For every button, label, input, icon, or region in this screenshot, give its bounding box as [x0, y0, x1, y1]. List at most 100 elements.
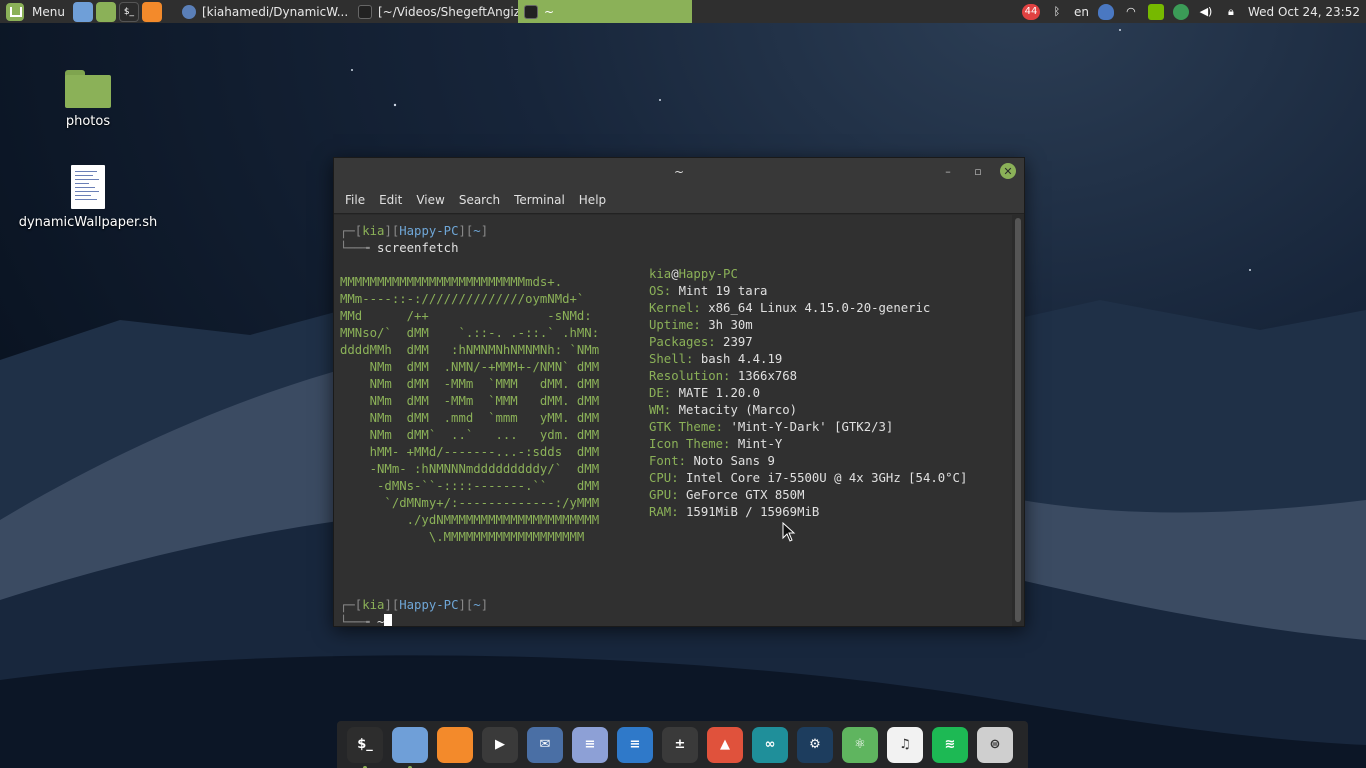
- dock-item-firefox[interactable]: [437, 726, 473, 763]
- terminal-screen[interactable]: ┌─[kia][Happy-PC][~] └──╼ screenfetch MM…: [334, 215, 1012, 626]
- arduino-icon: ∞: [764, 737, 776, 752]
- nvidia-icon[interactable]: [1147, 3, 1164, 20]
- dock-item-spotify[interactable]: ≋: [932, 726, 968, 763]
- terminal-menubar: File Edit View Search Terminal Help: [334, 186, 1024, 214]
- taskbar-item-label: [kiahamedi/DynamicW...: [201, 4, 349, 19]
- desktop-icon-photos[interactable]: photos: [13, 70, 163, 129]
- menu-view[interactable]: View: [409, 193, 451, 207]
- menu-terminal[interactable]: Terminal: [507, 193, 572, 207]
- info-value: 'Mint-Y-Dark' [GTK2/3]: [730, 420, 894, 434]
- menu-file[interactable]: File: [338, 193, 372, 207]
- command-line: └──╼ ~: [340, 614, 1012, 626]
- prompt-line: ┌─[kia][Happy-PC][~]: [340, 598, 489, 612]
- chromium-launcher-icon[interactable]: [72, 1, 93, 22]
- maximize-icon[interactable]: ▫: [970, 163, 986, 179]
- minimize-icon[interactable]: –: [940, 163, 956, 179]
- info-value: Intel Core i7-5500U @ 4x 3GHz [54.0°C]: [686, 471, 968, 485]
- info-value: Noto Sans 9: [693, 454, 775, 468]
- menu-edit[interactable]: Edit: [372, 193, 409, 207]
- taskbar-item-label: [~/Videos/ShegeftAngiz...: [377, 4, 518, 19]
- dock: $_ ▶ ✉ ≡ ≡ ± ▲ ∞ ⚙ ⚛ ♫ ≋ ⊜: [337, 721, 1028, 768]
- dock-item-calculator[interactable]: ±: [662, 726, 698, 763]
- notification-count-badge[interactable]: 44: [1021, 3, 1040, 20]
- folder-icon: [65, 70, 111, 108]
- dock-item-text-editor[interactable]: ≡: [572, 726, 608, 763]
- window-title: ~: [673, 165, 685, 179]
- info-host: Happy-PC: [678, 267, 738, 281]
- terminal-launcher-icon[interactable]: $_: [118, 1, 139, 22]
- system-tray: 44 ᛒ en ◠ ◀) 🔒︎ Wed Oct 24, 23:52: [1021, 0, 1366, 23]
- top-panel: Menu $_ [kiahamedi/DynamicW... [~/Videos…: [0, 0, 1366, 23]
- menu-help[interactable]: Help: [572, 193, 613, 207]
- taskbar-item-terminal-videos[interactable]: [~/Videos/ShegeftAngiz...: [352, 0, 518, 23]
- dock-item-media-player[interactable]: ▶: [482, 726, 518, 763]
- desktop-icon-dynamicwallpaper[interactable]: dynamicWallpaper.sh: [13, 165, 163, 230]
- terminal-icon: [357, 4, 372, 19]
- info-value: GeForce GTX 850M: [686, 488, 805, 502]
- info-label: DE:: [649, 386, 672, 400]
- shield-icon[interactable]: [1097, 3, 1114, 20]
- text-document-icon: [71, 165, 105, 209]
- settings-toggle-icon: ⊜: [989, 737, 1001, 752]
- dock-item-terminal[interactable]: $_: [347, 726, 383, 768]
- dock-item-chromium[interactable]: [392, 726, 428, 768]
- desktop-icon-label: photos: [65, 114, 111, 129]
- dock-item-steam[interactable]: ⚙: [797, 726, 833, 763]
- desktop-icon-label: dynamicWallpaper.sh: [18, 215, 158, 230]
- info-at: @: [671, 267, 679, 281]
- prompt-line: ┌─[kia][Happy-PC][~]: [340, 224, 489, 238]
- info-value: 2397: [723, 335, 753, 349]
- mail-icon: ✉: [539, 737, 551, 752]
- dock-item-atom[interactable]: ⚛: [842, 726, 878, 763]
- terminal-window: ~ – ▫ ✕ File Edit View Search Terminal H…: [333, 157, 1025, 627]
- system-info: kia@Happy-PC OS: Mint 19 tara Kernel: x8…: [649, 266, 967, 521]
- prompt-dir: ~: [473, 598, 481, 612]
- files-launcher-icon[interactable]: [95, 1, 116, 22]
- close-icon[interactable]: ✕: [1000, 163, 1016, 179]
- spotify-icon: ≋: [944, 737, 956, 752]
- info-user: kia: [649, 267, 672, 281]
- ascii-line: \.MMMMMMMMMMMMMMMMMMM: [340, 530, 585, 544]
- atom-icon: ⚛: [854, 737, 866, 752]
- clock[interactable]: Wed Oct 24, 23:52: [1248, 5, 1360, 19]
- dock-item-writer[interactable]: ≡: [617, 726, 653, 763]
- info-value: x86_64 Linux 4.15.0-20-generic: [708, 301, 931, 315]
- dock-item-settings[interactable]: ⊜: [977, 726, 1013, 763]
- info-label: RAM:: [649, 505, 679, 519]
- photo-icon: ▲: [720, 737, 730, 752]
- text-cursor: [384, 614, 393, 626]
- dock-item-music[interactable]: ♫: [887, 726, 923, 763]
- chrome-status-icon[interactable]: [1172, 3, 1189, 20]
- terminal-scrollbar[interactable]: [1015, 218, 1021, 622]
- window-titlebar[interactable]: ~ – ▫ ✕: [334, 158, 1024, 186]
- menu-label: Menu: [32, 4, 65, 19]
- info-label: GTK Theme:: [649, 420, 724, 434]
- taskbar-item-terminal-home[interactable]: ~: [517, 0, 692, 23]
- music-icon: ♫: [899, 737, 911, 752]
- dock-item-mail[interactable]: ✉: [527, 726, 563, 763]
- info-value: 1366x768: [737, 369, 798, 383]
- prompt-path: ~: [377, 615, 385, 626]
- info-value: Mint-Y: [737, 437, 783, 451]
- prompt-dir: ~: [473, 224, 481, 238]
- wifi-icon[interactable]: ◠: [1123, 4, 1139, 20]
- dock-item-arduino[interactable]: ∞: [752, 726, 788, 763]
- dock-item-image-viewer[interactable]: ▲: [707, 726, 743, 763]
- taskbar-item-browser[interactable]: [kiahamedi/DynamicW...: [176, 0, 352, 23]
- info-label: Packages:: [649, 335, 716, 349]
- menu-search[interactable]: Search: [452, 193, 507, 207]
- info-value: Metacity (Marco): [678, 403, 798, 417]
- volume-icon[interactable]: ◀): [1198, 4, 1214, 20]
- calculator-icon: ±: [674, 737, 686, 752]
- info-value: Mint 19 tara: [678, 284, 768, 298]
- bluetooth-icon[interactable]: ᛒ: [1049, 4, 1065, 20]
- keyboard-layout-indicator[interactable]: en: [1074, 5, 1089, 19]
- info-label: WM:: [649, 403, 672, 417]
- play-icon: ▶: [495, 737, 505, 752]
- info-label: Font:: [649, 454, 687, 468]
- lock-icon[interactable]: 🔒︎: [1223, 4, 1239, 20]
- firefox-launcher-icon[interactable]: [141, 1, 162, 22]
- menu-button[interactable]: Menu: [0, 0, 73, 23]
- command-text: screenfetch: [377, 241, 459, 255]
- info-value: 3h 30m: [708, 318, 753, 332]
